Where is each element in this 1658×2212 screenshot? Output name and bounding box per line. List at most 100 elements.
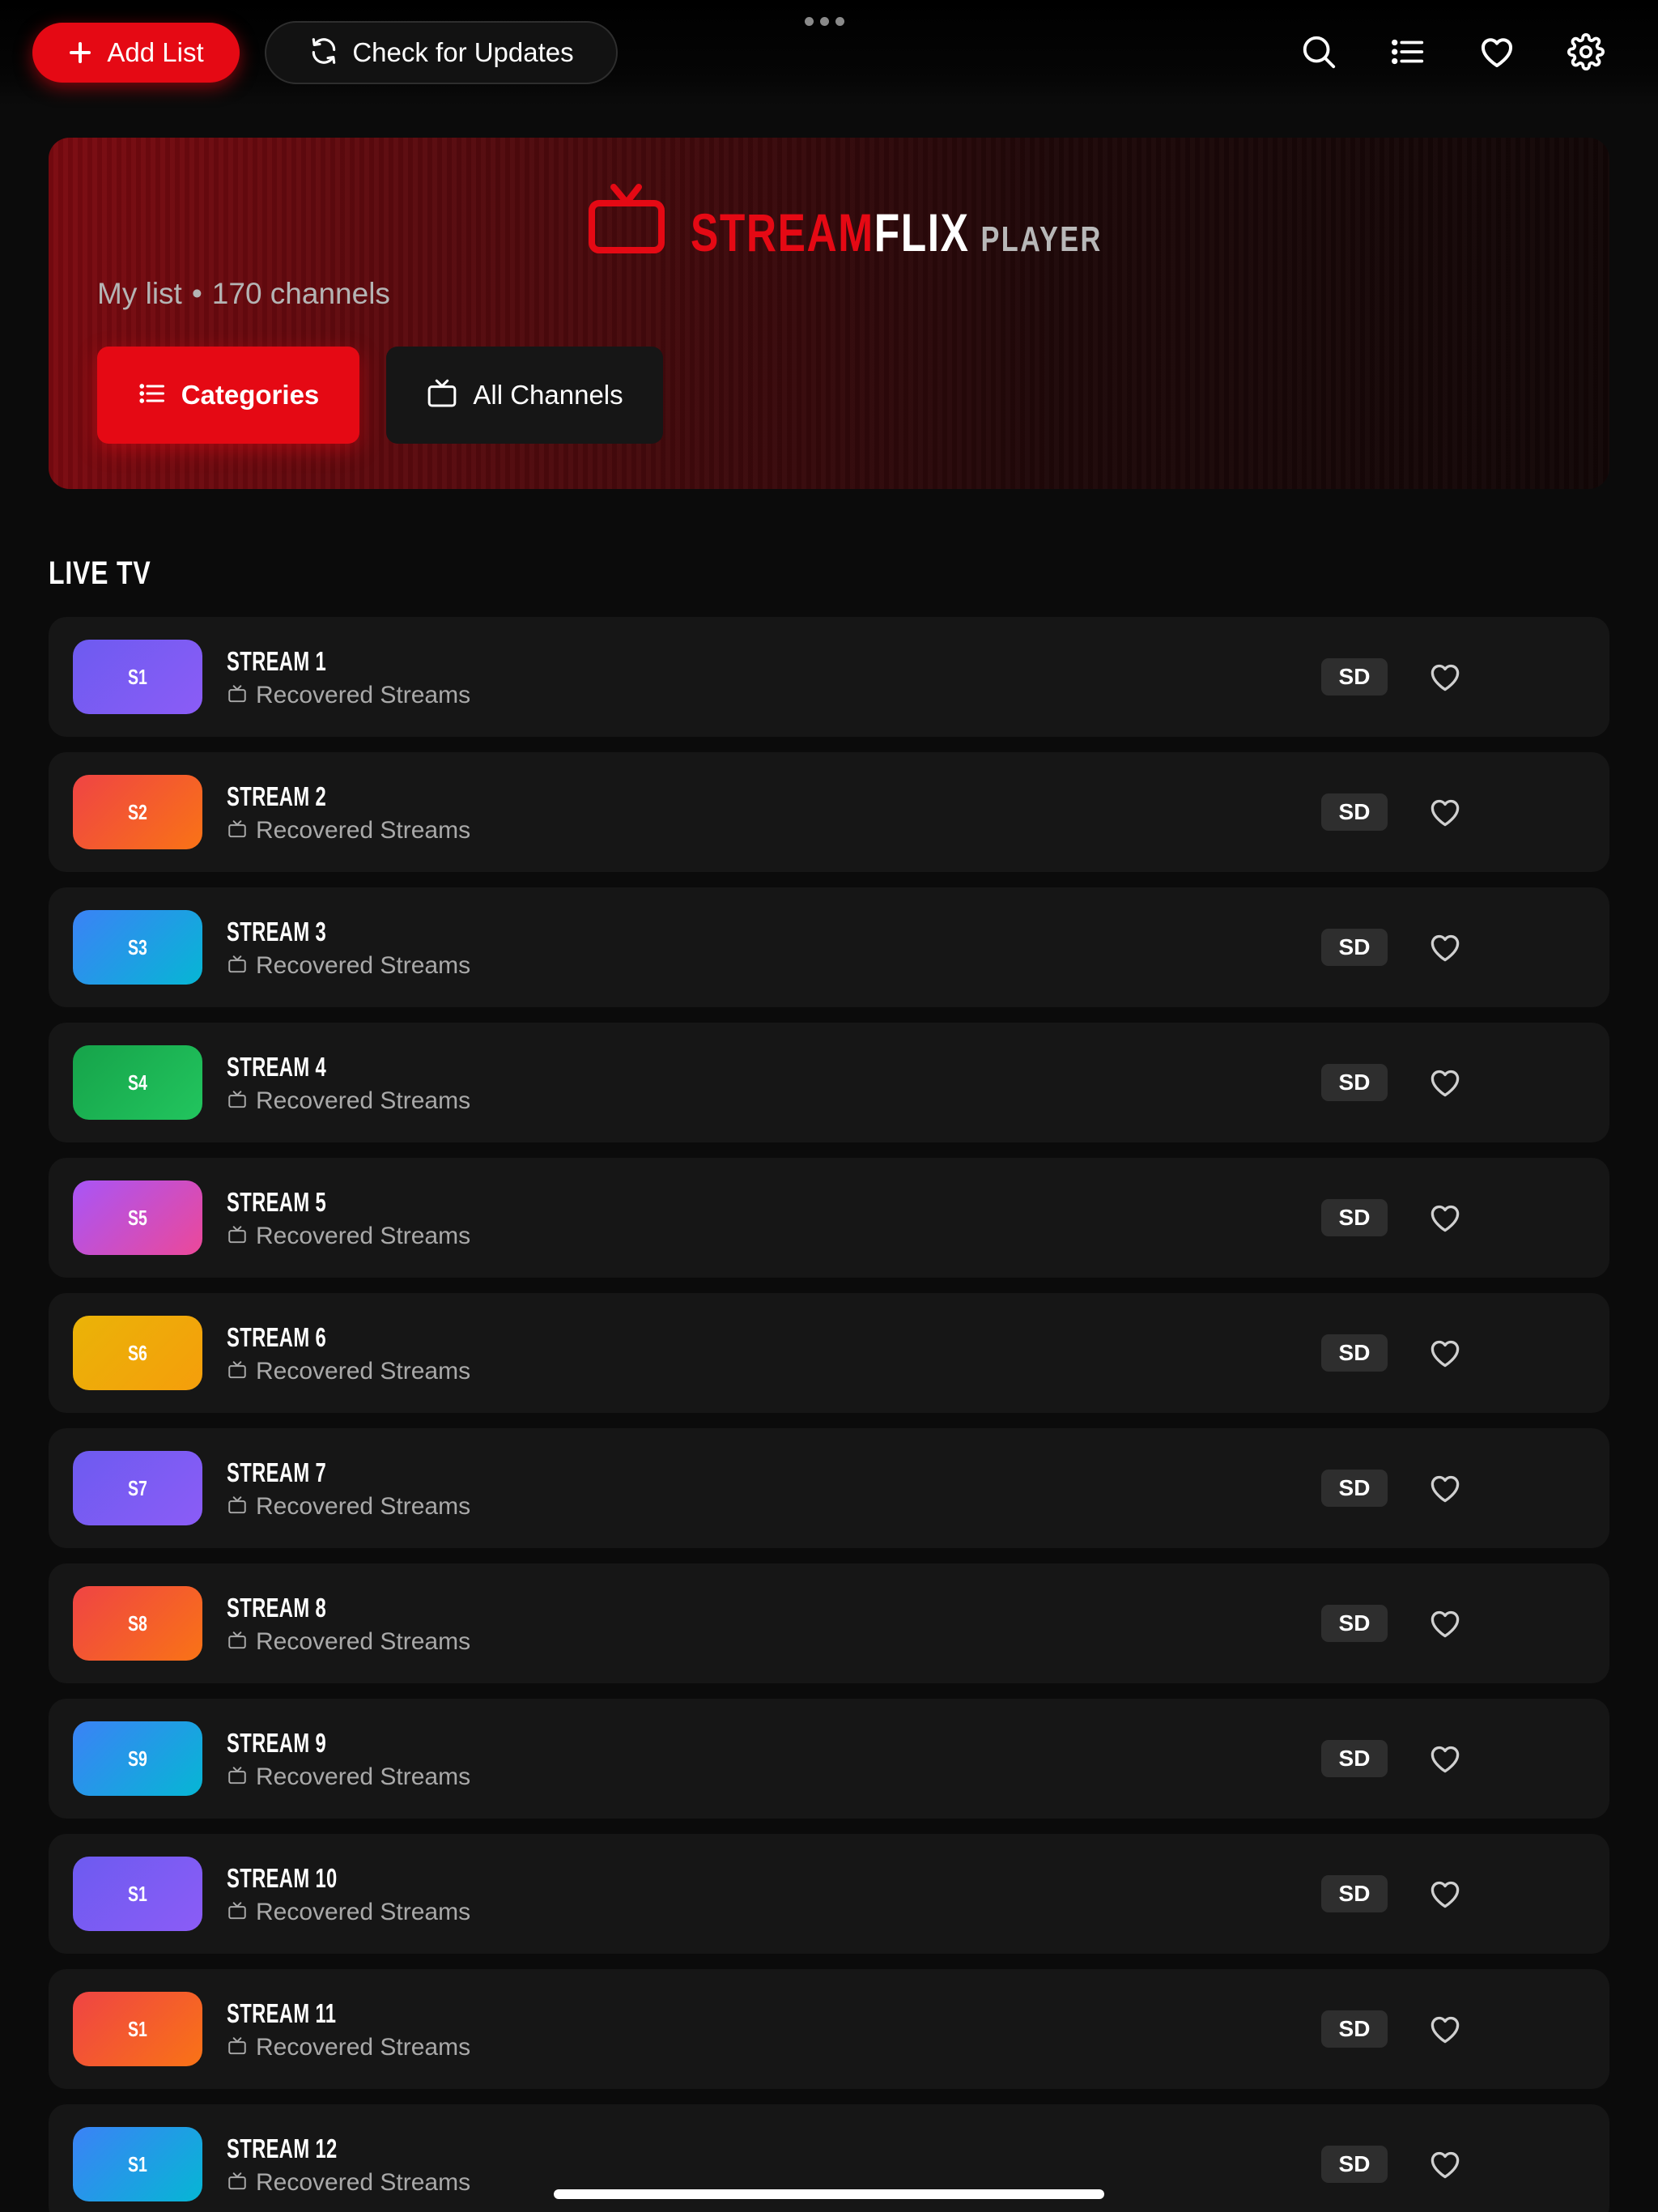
- tv-icon: [227, 1495, 248, 1520]
- channel-row[interactable]: S1 STREAM 11 Recovered Streams SD: [49, 1969, 1609, 2089]
- channel-row[interactable]: S2 STREAM 2 Recovered Streams SD: [49, 752, 1609, 872]
- list-icon[interactable]: [1385, 29, 1431, 74]
- channel-row[interactable]: S8 STREAM 8 Recovered Streams SD: [49, 1563, 1609, 1683]
- channel-logo-badge: S9: [73, 1721, 202, 1796]
- heart-icon[interactable]: [1425, 1739, 1465, 1778]
- channel-category: Recovered Streams: [227, 1358, 470, 1385]
- add-list-button[interactable]: Add List: [32, 23, 240, 83]
- heart-icon[interactable]: [1474, 29, 1520, 74]
- channel-category: Recovered Streams: [227, 1223, 470, 1250]
- channel-name: STREAM 8: [227, 1593, 327, 1623]
- channel-row[interactable]: S7 STREAM 7 Recovered Streams SD: [49, 1428, 1609, 1548]
- channel-logo-badge: S4: [73, 1045, 202, 1120]
- channel-logo-badge: S1: [73, 2127, 202, 2201]
- channel-category-label: Recovered Streams: [256, 1763, 471, 1790]
- logo-player: PLAYER: [980, 219, 1103, 259]
- categories-label: Categories: [181, 380, 320, 410]
- tv-icon: [227, 1900, 248, 1925]
- tv-icon: [227, 1359, 248, 1385]
- channel-row[interactable]: S1 STREAM 10 Recovered Streams SD: [49, 1834, 1609, 1954]
- channel-category-label: Recovered Streams: [256, 2034, 471, 2061]
- heart-icon[interactable]: [1425, 928, 1465, 967]
- channel-category-label: Recovered Streams: [256, 952, 471, 979]
- channel-logo-badge: S2: [73, 775, 202, 849]
- streamflix-logo: STREAM FLIX PLAYER: [587, 182, 1218, 259]
- channel-category-label: Recovered Streams: [256, 817, 471, 844]
- channel-category-label: Recovered Streams: [256, 1358, 471, 1385]
- channel-logo-text: S1: [128, 2151, 147, 2176]
- quality-badge: SD: [1321, 1740, 1388, 1777]
- add-list-label: Add List: [107, 37, 204, 67]
- quality-badge: SD: [1321, 658, 1388, 696]
- channel-category: Recovered Streams: [227, 2169, 470, 2197]
- channel-name: STREAM 5: [227, 1187, 327, 1217]
- channel-row[interactable]: S1 STREAM 1 Recovered Streams SD: [49, 617, 1609, 737]
- heart-icon[interactable]: [1425, 1604, 1465, 1643]
- gear-icon[interactable]: [1563, 29, 1609, 74]
- tv-icon: [227, 1765, 248, 1790]
- tv-icon: [227, 1089, 248, 1114]
- channel-logo-text: S4: [128, 1070, 147, 1095]
- heart-icon[interactable]: [1425, 2145, 1465, 2184]
- tv-icon: [227, 1630, 248, 1655]
- channel-category: Recovered Streams: [227, 2034, 470, 2061]
- channel-row[interactable]: S6 STREAM 6 Recovered Streams SD: [49, 1293, 1609, 1413]
- channel-row[interactable]: S4 STREAM 4 Recovered Streams SD: [49, 1023, 1609, 1142]
- heart-icon[interactable]: [1425, 1874, 1465, 1913]
- check-for-updates-button[interactable]: Check for Updates: [265, 21, 618, 84]
- search-icon[interactable]: [1296, 29, 1341, 74]
- heart-icon[interactable]: [1425, 1469, 1465, 1508]
- channel-category: Recovered Streams: [227, 682, 470, 709]
- channel-category-label: Recovered Streams: [256, 2169, 471, 2196]
- heart-icon[interactable]: [1425, 1334, 1465, 1372]
- quality-badge: SD: [1321, 2146, 1388, 2183]
- channel-category: Recovered Streams: [227, 1493, 470, 1521]
- quality-badge: SD: [1321, 793, 1388, 831]
- tv-icon: [227, 819, 248, 844]
- channel-row[interactable]: S5 STREAM 5 Recovered Streams SD: [49, 1158, 1609, 1278]
- channel-row[interactable]: S9 STREAM 9 Recovered Streams SD: [49, 1699, 1609, 1819]
- channel-category: Recovered Streams: [227, 1628, 470, 1656]
- channel-category-label: Recovered Streams: [256, 1493, 471, 1520]
- channel-logo-text: S1: [128, 1881, 147, 1906]
- home-indicator[interactable]: [554, 2189, 1104, 2199]
- channel-logo-text: S5: [128, 1205, 147, 1230]
- channel-logo-text: S8: [128, 1610, 147, 1636]
- tv-icon: [227, 683, 248, 708]
- channel-logo-badge: S1: [73, 640, 202, 714]
- tv-icon: [227, 954, 248, 979]
- logo-flix: FLIX: [874, 202, 970, 262]
- heart-icon[interactable]: [1425, 657, 1465, 696]
- heart-icon[interactable]: [1425, 1198, 1465, 1237]
- channel-logo-badge: S3: [73, 910, 202, 985]
- refresh-icon: [308, 36, 339, 70]
- tv-logo-icon: [587, 182, 666, 259]
- all-channels-button[interactable]: All Channels: [386, 347, 663, 444]
- channel-category: Recovered Streams: [227, 1899, 470, 1926]
- check-for-updates-label: Check for Updates: [352, 37, 574, 67]
- heart-icon[interactable]: [1425, 2010, 1465, 2048]
- channel-logo-badge: S7: [73, 1451, 202, 1525]
- heart-icon[interactable]: [1425, 793, 1465, 832]
- tv-icon: [426, 377, 458, 414]
- quality-badge: SD: [1321, 1875, 1388, 1912]
- channel-name: STREAM 7: [227, 1457, 327, 1487]
- channel-category-label: Recovered Streams: [256, 1087, 471, 1114]
- channel-row[interactable]: S3 STREAM 3 Recovered Streams SD: [49, 887, 1609, 1007]
- channel-category-label: Recovered Streams: [256, 1223, 471, 1249]
- channel-category: Recovered Streams: [227, 1763, 470, 1791]
- channel-category-label: Recovered Streams: [256, 1628, 471, 1655]
- channel-name: STREAM 10: [227, 1863, 338, 1893]
- channel-name: STREAM 12: [227, 2133, 338, 2163]
- heart-icon[interactable]: [1425, 1063, 1465, 1102]
- section-title: LIVE TV: [49, 555, 151, 591]
- window-grabber[interactable]: [805, 17, 844, 26]
- channel-logo-text: S6: [128, 1340, 147, 1365]
- top-toolbar: Add List Check for Updates: [0, 0, 1658, 105]
- categories-button[interactable]: Categories: [97, 347, 359, 444]
- channel-logo-text: S7: [128, 1475, 147, 1500]
- meta-separator: •: [191, 277, 202, 310]
- channel-logo-badge: S1: [73, 1857, 202, 1931]
- channel-name: STREAM 2: [227, 781, 327, 811]
- quality-badge: SD: [1321, 2010, 1388, 2048]
